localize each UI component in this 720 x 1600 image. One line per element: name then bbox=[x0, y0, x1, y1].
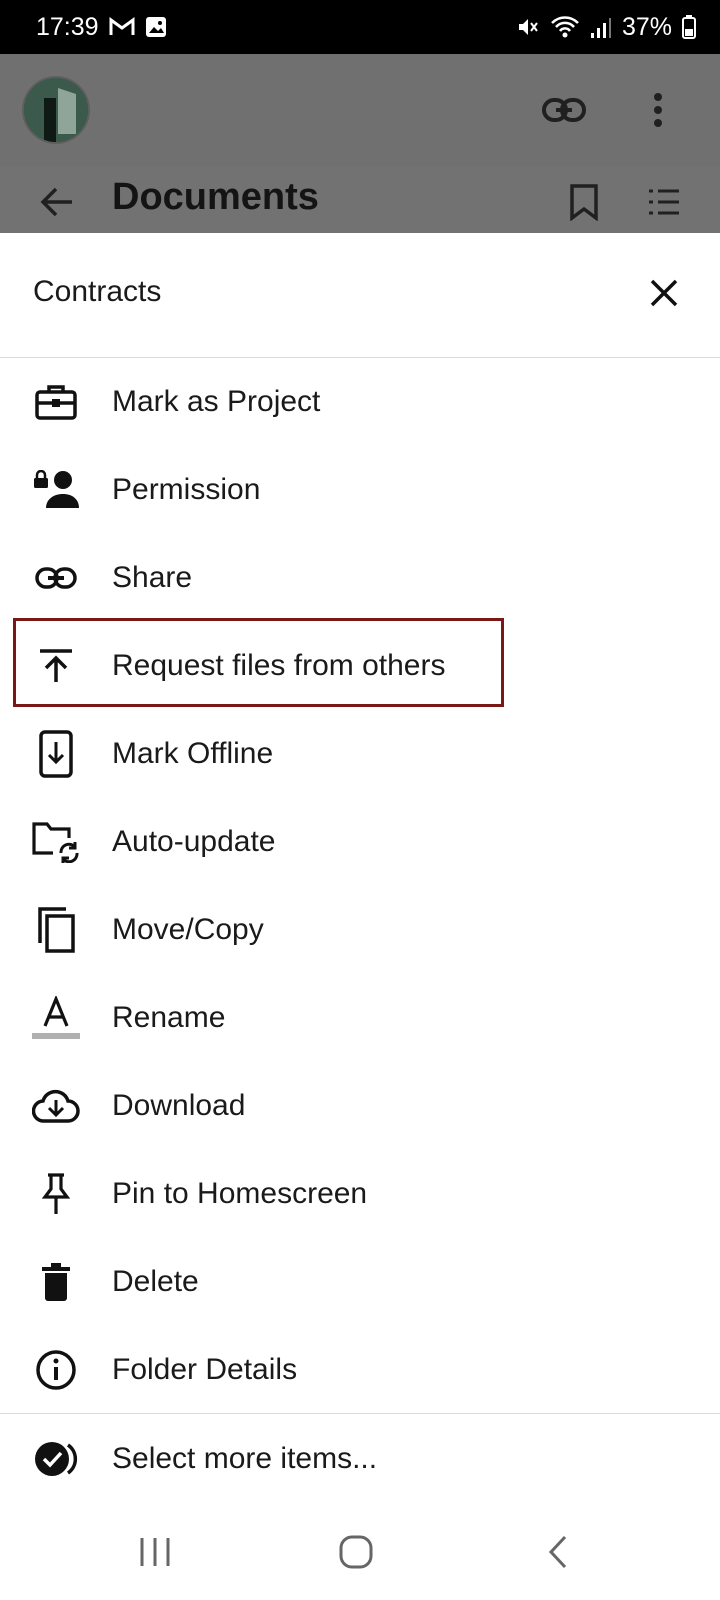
menu-item-mark-offline[interactable]: Mark Offline bbox=[0, 710, 720, 798]
menu-item-label: Folder Details bbox=[112, 1353, 298, 1386]
bottom-sheet: Contracts Mark as Project Permission Sha… bbox=[0, 233, 720, 1600]
menu-item-download[interactable]: Download bbox=[0, 1062, 720, 1150]
trash-icon bbox=[30, 1256, 82, 1308]
menu-item-label: Mark as Project bbox=[112, 385, 321, 418]
back-button[interactable] bbox=[528, 1528, 588, 1576]
recents-button[interactable] bbox=[125, 1528, 185, 1576]
link-icon[interactable] bbox=[538, 84, 590, 136]
menu-item-request-files[interactable]: Request files from others bbox=[0, 622, 720, 710]
upload-icon bbox=[30, 640, 82, 692]
menu-item-label: Auto-update bbox=[112, 825, 276, 858]
gmail-icon bbox=[109, 17, 135, 37]
menu-item-label: Share bbox=[112, 561, 193, 594]
more-vert-icon[interactable] bbox=[632, 84, 684, 136]
phone-download-icon bbox=[30, 728, 82, 780]
menu-item-share[interactable]: Share bbox=[0, 534, 720, 622]
back-icon bbox=[548, 1535, 567, 1569]
status-time: 17:39 bbox=[36, 12, 99, 41]
mute-icon bbox=[516, 15, 540, 39]
briefcase-icon bbox=[30, 376, 82, 428]
menu-item-delete[interactable]: Delete bbox=[0, 1238, 720, 1326]
sort-list-icon[interactable] bbox=[640, 178, 688, 226]
cloud-download-icon bbox=[30, 1080, 82, 1132]
menu-item-label: Request files from others bbox=[112, 649, 446, 682]
avatar[interactable] bbox=[24, 78, 88, 142]
close-button[interactable] bbox=[640, 269, 688, 317]
menu-item-label: Move/Copy bbox=[112, 913, 264, 946]
link-icon bbox=[30, 552, 82, 604]
back-arrow-icon[interactable] bbox=[32, 178, 80, 226]
close-icon bbox=[650, 279, 678, 307]
rename-icon bbox=[30, 992, 82, 1044]
select-more-label: Select more items... bbox=[112, 1442, 378, 1475]
menu-item-rename[interactable]: Rename bbox=[0, 974, 720, 1062]
menu-item-label: Mark Offline bbox=[112, 737, 274, 770]
wifi-icon bbox=[550, 15, 580, 39]
menu-item-label: Rename bbox=[112, 1001, 226, 1034]
menu-item-label: Download bbox=[112, 1089, 246, 1122]
home-icon bbox=[339, 1535, 373, 1569]
gallery-icon bbox=[145, 16, 167, 38]
pin-icon bbox=[30, 1168, 82, 1220]
menu-item-label: Delete bbox=[112, 1265, 199, 1298]
divider bbox=[0, 1413, 720, 1414]
sheet-header: Contracts bbox=[0, 233, 720, 358]
system-nav-bar bbox=[0, 1510, 720, 1600]
menu-item-label: Permission bbox=[112, 473, 261, 506]
menu-item-move-copy[interactable]: Move/Copy bbox=[0, 886, 720, 974]
status-bar: 17:39 37% bbox=[0, 0, 720, 54]
menu-item-folder-details[interactable]: Folder Details bbox=[0, 1326, 720, 1414]
signal-icon bbox=[590, 15, 612, 39]
menu-item-auto-update[interactable]: Auto-update bbox=[0, 798, 720, 886]
select-more-items[interactable]: Select more items... bbox=[0, 1415, 720, 1503]
person-lock-icon bbox=[30, 464, 82, 516]
copy-icon bbox=[30, 904, 82, 956]
battery-text: 37% bbox=[621, 12, 672, 41]
info-icon bbox=[30, 1344, 82, 1396]
menu-item-pin-to-homescreen[interactable]: Pin to Homescreen bbox=[0, 1150, 720, 1238]
home-button[interactable] bbox=[326, 1528, 386, 1576]
menu-item-permission[interactable]: Permission bbox=[0, 446, 720, 534]
sheet-title: Contracts bbox=[33, 275, 162, 308]
menu-item-label: Pin to Homescreen bbox=[112, 1177, 368, 1210]
menu-item-mark-as-project[interactable]: Mark as Project bbox=[0, 358, 720, 446]
recents-icon bbox=[140, 1538, 170, 1566]
folder-sync-icon bbox=[30, 816, 82, 868]
battery-icon bbox=[682, 15, 696, 39]
folder-title: Documents bbox=[112, 176, 319, 218]
check-circle-icon bbox=[30, 1433, 82, 1485]
app-bar bbox=[0, 54, 720, 166]
folder-bar: Documents bbox=[0, 166, 720, 234]
action-menu: Mark as Project Permission Share Request… bbox=[0, 358, 720, 1414]
bookmark-icon[interactable] bbox=[560, 178, 608, 226]
